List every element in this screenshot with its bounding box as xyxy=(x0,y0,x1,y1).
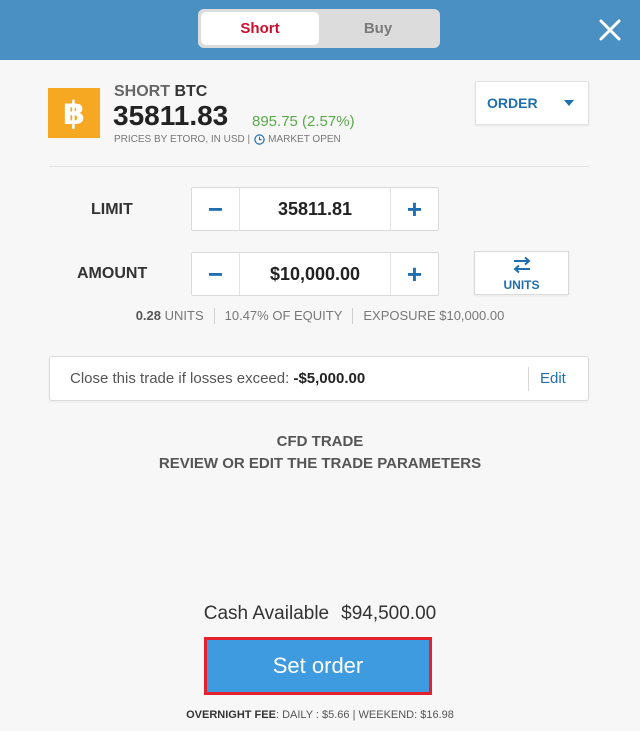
price-source: PRICES BY ETORO, IN USD | MARKET OPEN xyxy=(114,134,341,145)
overnight-fee: OVERNIGHT FEE: DAILY : $5.66 | WEEKEND: … xyxy=(0,709,640,721)
cash-value: $94,500.00 xyxy=(341,603,437,624)
limit-label: LIMIT xyxy=(91,201,133,218)
short-buy-toggle: Short Buy xyxy=(198,9,440,48)
stop-loss-value: -$5,000.00 xyxy=(293,370,366,387)
price-source-text: PRICES BY ETORO, IN USD | xyxy=(114,134,251,145)
amount-stepper: − $10,000.00 + xyxy=(191,252,439,296)
divider xyxy=(49,166,589,167)
exposure-info: EXPOSURE $10,000.00 xyxy=(363,308,505,323)
buy-tab[interactable]: Buy xyxy=(319,12,437,45)
limit-value[interactable]: 35811.81 xyxy=(240,188,390,230)
order-type-label: ORDER xyxy=(487,95,538,111)
short-tab[interactable]: Short xyxy=(201,12,319,45)
set-order-button[interactable]: Set order xyxy=(204,637,432,695)
trade-type-subtitle: REVIEW OR EDIT THE TRADE PARAMETERS xyxy=(158,455,482,472)
stop-loss-box: Close this trade if losses exceed: -$5,0… xyxy=(49,356,589,401)
cash-available: Cash Available $94,500.00 xyxy=(0,603,640,625)
market-status: MARKET OPEN xyxy=(268,134,341,145)
side-label: SHORT xyxy=(114,83,170,100)
trade-info-row: 0.28 UNITS 10.47% OF EQUITY EXPOSURE $10… xyxy=(0,308,640,324)
instrument-side: SHORT BTC xyxy=(114,83,207,101)
fee-label: OVERNIGHT FEE xyxy=(186,709,276,721)
separator xyxy=(528,367,529,391)
limit-decrease-button[interactable]: − xyxy=(192,188,240,230)
trade-header: Short Buy xyxy=(0,0,640,60)
fee-details: : DAILY : $5.66 | WEEKEND: $16.98 xyxy=(275,709,454,721)
limit-increase-button[interactable]: + xyxy=(390,188,438,230)
chevron-down-icon xyxy=(564,100,574,106)
amount-label: AMOUNT xyxy=(77,265,148,282)
limit-stepper: − 35811.81 + xyxy=(191,187,439,231)
bitcoin-icon: ฿ xyxy=(48,88,100,138)
price-change: 895.75 (2.57%) xyxy=(252,113,355,130)
units-value: 0.28 xyxy=(135,308,161,323)
instrument-price: 35811.83 xyxy=(113,100,229,131)
amount-increase-button[interactable]: + xyxy=(390,253,438,295)
units-toggle-button[interactable]: UNITS xyxy=(474,251,569,295)
order-type-dropdown[interactable]: ORDER xyxy=(475,81,589,125)
instrument-symbol: BTC xyxy=(174,83,208,100)
swap-icon xyxy=(511,256,533,274)
amount-value[interactable]: $10,000.00 xyxy=(240,253,390,295)
stop-loss-label: Close this trade if losses exceed: xyxy=(70,370,290,387)
separator xyxy=(352,308,354,324)
equity-info: 10.47% OF EQUITY xyxy=(224,308,343,323)
units-info: 0.28 UNITS xyxy=(136,308,204,324)
units-info-label: UNITS xyxy=(164,308,204,323)
close-icon[interactable] xyxy=(596,16,624,44)
cash-label: Cash Available xyxy=(203,603,330,624)
clock-icon xyxy=(254,134,265,145)
stop-loss-edit-link[interactable]: Edit xyxy=(540,370,566,387)
stop-loss-text: Close this trade if losses exceed: -$5,0… xyxy=(70,370,365,387)
units-label: UNITS xyxy=(503,278,540,292)
separator xyxy=(213,308,215,324)
amount-decrease-button[interactable]: − xyxy=(192,253,240,295)
svg-text:฿: ฿ xyxy=(63,95,85,131)
trade-type-title: CFD TRADE xyxy=(276,433,364,450)
